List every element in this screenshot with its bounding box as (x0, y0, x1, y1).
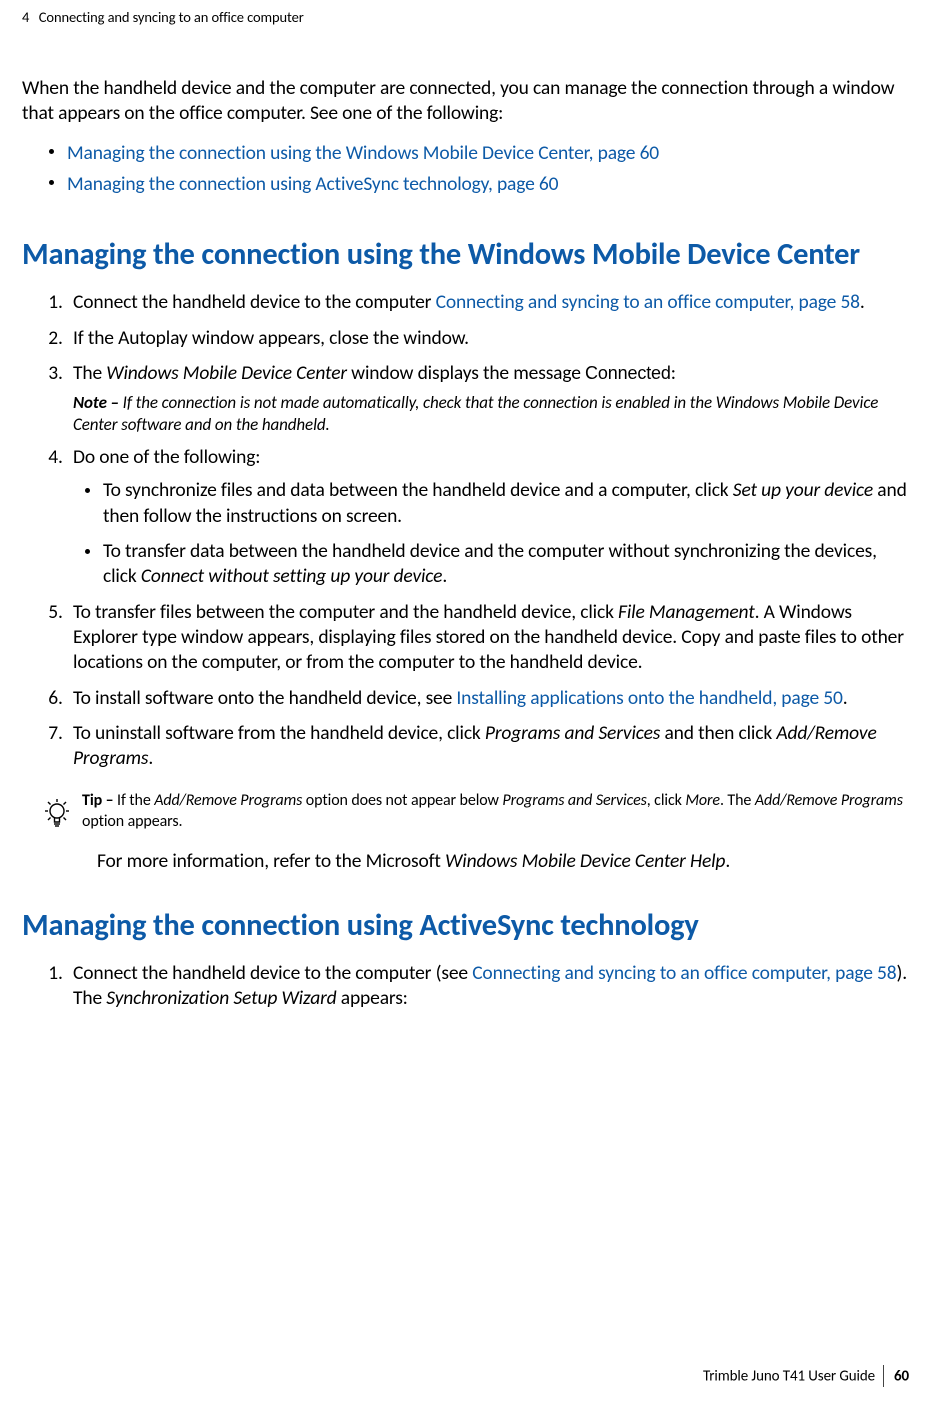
inner-bullet-item: To transfer data between the handheld de… (103, 539, 909, 590)
tip-body: option does not appear below (302, 791, 502, 810)
intro-paragraph: When the handheld device and the compute… (22, 76, 909, 126)
step-text: appears: (337, 986, 408, 1010)
step-text: Connect the handheld device to the compu… (73, 961, 472, 985)
step-item: To uninstall software from the handheld … (67, 721, 909, 772)
step-text: Do one of the following: (73, 445, 260, 469)
more-info-post: . (725, 849, 730, 873)
note-label: Note – (73, 392, 123, 413)
note-body: If the connection is not made automatica… (73, 392, 878, 434)
step-item: To transfer files between the computer a… (67, 600, 909, 676)
lightbulb-icon (42, 798, 72, 830)
intro-link-list: Managing the connection using the Window… (22, 138, 909, 200)
footer-divider (883, 1365, 884, 1387)
footer-guide-name: Trimble Juno T41 User Guide (703, 1368, 875, 1386)
more-info-pre: For more information, refer to the Micro… (97, 849, 445, 873)
step-item: Do one of the following: To synchronize … (67, 445, 909, 590)
step-text: To install software onto the handheld de… (73, 686, 456, 710)
step-item: Connect the handheld device to the compu… (67, 290, 909, 315)
step-text: . (860, 290, 865, 314)
ui-term: Connected (585, 363, 671, 383)
bullet-text: To synchronize files and data between th… (103, 478, 733, 502)
steps-list-activesync: Connect the handheld device to the compu… (22, 961, 909, 1012)
inner-bullet-item: To synchronize files and data between th… (103, 478, 909, 529)
more-info-text: For more information, refer to the Micro… (97, 849, 909, 873)
section-heading-wmdc: Managing the connection using the Window… (22, 236, 909, 274)
step-text-italic: Synchronization Setup Wizard (106, 986, 336, 1010)
tip-body-italic: Programs and Services (502, 791, 646, 810)
link-install-apps[interactable]: Installing applications onto the handhel… (456, 686, 842, 710)
step-item: The Windows Mobile Device Center window … (67, 361, 909, 435)
steps-list-wmdc: Connect the handheld device to the compu… (22, 290, 909, 771)
bullet-text-italic: Set up your device (733, 478, 873, 502)
step-text: and then click (660, 721, 776, 745)
inner-bullet-list: To synchronize files and data between th… (73, 478, 909, 589)
tip-body: , click (647, 791, 686, 810)
step-item: If the Autoplay window appears, close th… (67, 326, 909, 351)
tip-text: Tip – If the Add/Remove Programs option … (82, 790, 909, 833)
tip-body-italic: More (685, 791, 720, 810)
step-text: Connect the handheld device to the compu… (73, 290, 436, 314)
step-text: To transfer files between the computer a… (73, 600, 618, 624)
link-connect-sync-2[interactable]: Connecting and syncing to an office comp… (472, 961, 896, 985)
bullet-text: . (442, 564, 447, 588)
tip-body: If the (117, 791, 154, 810)
section-heading-activesync: Managing the connection using ActiveSync… (22, 907, 909, 945)
running-header: 4 Connecting and syncing to an office co… (22, 8, 909, 26)
link-connect-sync[interactable]: Connecting and syncing to an office comp… (436, 290, 860, 314)
step-text: : (671, 361, 676, 385)
tip-block: Tip – If the Add/Remove Programs option … (42, 790, 909, 833)
step-text-italic: File Management (618, 600, 755, 624)
step-text: . (148, 746, 153, 770)
step-text: To uninstall software from the handheld … (73, 721, 485, 745)
intro-link-item: Managing the connection using the Window… (67, 138, 909, 169)
step-text-italic: Programs and Services (485, 721, 660, 745)
step-text: . (843, 686, 848, 710)
link-activesync[interactable]: Managing the connection using ActiveSync… (67, 172, 558, 196)
note-block: Note – If the connection is not made aut… (73, 392, 909, 435)
link-wmdc[interactable]: Managing the connection using the Window… (67, 141, 659, 165)
step-item: Connect the handheld device to the compu… (67, 961, 909, 1012)
chapter-title: Connecting and syncing to an office comp… (39, 8, 304, 26)
tip-body: . The (720, 791, 755, 810)
bullet-text-italic: Connect without setting up your device (141, 564, 442, 588)
step-item: To install software onto the handheld de… (67, 686, 909, 711)
tip-body-italic: Add/Remove Programs (755, 791, 903, 810)
chapter-number: 4 (22, 8, 29, 26)
tip-body: option appears. (82, 812, 182, 831)
footer-page-number: 60 (894, 1368, 909, 1386)
footer: Trimble Juno T41 User Guide 60 (703, 1366, 909, 1388)
tip-body-italic: Add/Remove Programs (154, 791, 302, 810)
step-text: window displays the message (347, 361, 585, 385)
tip-label: Tip – (82, 791, 117, 810)
step-text: The (73, 361, 106, 385)
intro-link-item: Managing the connection using ActiveSync… (67, 169, 909, 200)
step-text-italic: Windows Mobile Device Center (106, 361, 347, 385)
more-info-italic: Windows Mobile Device Center Help (445, 849, 725, 873)
